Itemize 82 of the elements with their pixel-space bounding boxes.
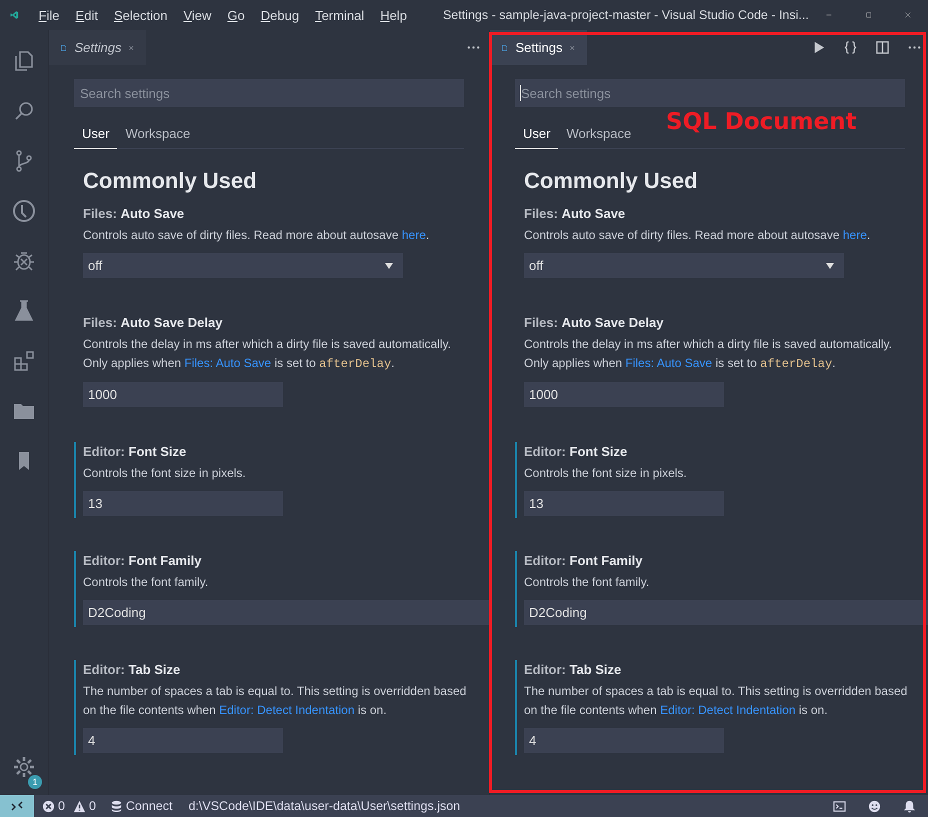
extensions-icon[interactable] — [12, 349, 36, 373]
setting-title: Files: Auto Save — [524, 206, 626, 221]
input-field[interactable]: D2Coding — [83, 600, 489, 625]
tab-label: Settings — [74, 40, 122, 55]
search-field[interactable]: Search settings — [515, 79, 905, 107]
scope-tab[interactable]: User — [515, 122, 558, 149]
search-field[interactable]: Search settings — [74, 79, 464, 107]
scope-tab[interactable]: Workspace — [117, 122, 198, 149]
setting-link[interactable]: Files: Auto Save — [625, 356, 712, 370]
flask-icon[interactable] — [12, 299, 36, 323]
setting-title: Editor: Tab Size — [524, 662, 622, 677]
setting-description: The number of spaces a tab is equal to. This setting is overridden based on the file contents when Editor: Detect Indentation is on. — [83, 683, 468, 719]
braces-icon[interactable] — [843, 40, 858, 55]
input-field[interactable]: 4 — [83, 728, 283, 753]
setting-title: Editor: Font Family — [83, 553, 202, 568]
code-value: afterDelay — [760, 357, 832, 371]
split-editor-icon[interactable] — [875, 40, 890, 55]
section-heading: Commonly Used — [83, 168, 258, 194]
setting-title: Files: Auto Save — [83, 206, 186, 221]
setting-description: Controls the font family. — [524, 574, 650, 591]
editor-tab[interactable]: Settings — [49, 30, 146, 65]
smiley-icon[interactable] — [868, 800, 881, 812]
menu-item[interactable]: File — [30, 8, 68, 22]
menu-item[interactable]: Help — [372, 8, 415, 22]
setting-description: Controls the font size in pixels. — [83, 465, 247, 482]
input-field[interactable]: 13 — [524, 491, 724, 516]
annotation-label: SQL Document — [666, 109, 857, 135]
setting-title: Editor: Font Family — [524, 553, 644, 568]
settings-icon[interactable] — [12, 755, 36, 779]
file-path[interactable]: d:\VSCode\IDE\data\user-data\User\settings.json — [188, 799, 460, 813]
error-count[interactable]: 0 — [58, 799, 65, 813]
warning-count[interactable]: 0 — [88, 799, 96, 813]
database-icon[interactable] — [110, 800, 123, 812]
setting-description: Controls the delay in ms after which a dirty file is saved automatically. Only applies when Files: Auto Save is set to afterDelay. — [83, 336, 452, 373]
setting-description: Controls auto save of dirty files. Read more about autosave here. — [83, 227, 430, 244]
setting-description: Controls the delay in ms after which a dirty file is saved automatically. Only applies when Files: Auto Save is set to afterDelay. — [524, 336, 893, 373]
setting-link[interactable]: Editor: Detect Indentation — [219, 703, 355, 717]
dropdown[interactable]: off — [83, 253, 403, 278]
setting-link[interactable]: here — [402, 228, 426, 242]
scope-tab[interactable]: Workspace — [558, 122, 640, 149]
clock-icon[interactable] — [12, 199, 36, 223]
caret-icon — [385, 262, 393, 268]
setting-link[interactable]: Files: Auto Save — [184, 356, 272, 370]
tab-label: Settings — [515, 40, 562, 55]
editor-tab[interactable]: Settings — [490, 30, 587, 65]
setting-link[interactable]: here — [842, 228, 867, 242]
setting-description: Controls auto save of dirty files. Read more about autosave here. — [524, 227, 872, 244]
input-field[interactable]: 4 — [524, 728, 724, 753]
code-value: afterDelay — [319, 357, 392, 371]
setting-title: Editor: Tab Size — [83, 662, 182, 677]
files-icon[interactable] — [12, 49, 36, 73]
input-field[interactable]: 13 — [83, 491, 283, 516]
setting-title: Files: Auto Save Delay — [83, 315, 224, 330]
menu-item[interactable]: Terminal — [307, 8, 372, 22]
terminal-icon[interactable] — [833, 800, 846, 812]
notification-badge: 1 — [28, 775, 42, 789]
dropdown[interactable]: off — [524, 253, 844, 278]
input-field[interactable]: 1000 — [524, 382, 724, 407]
bell-icon[interactable] — [903, 800, 916, 812]
menu-item[interactable]: Debug — [252, 8, 308, 22]
scope-tab[interactable]: User — [74, 122, 118, 149]
connect-button[interactable]: Connect — [126, 799, 172, 813]
setting-title: Editor: Font Size — [83, 444, 188, 459]
menu-item[interactable]: Edit — [68, 8, 106, 22]
setting-title: Editor: Font Size — [524, 444, 628, 459]
menu-item[interactable]: Selection — [106, 8, 176, 22]
setting-title: Files: Auto Save Delay — [524, 315, 664, 330]
error-icon[interactable] — [42, 800, 55, 812]
window-title: Settings - sample-java-project-master - Visual Studio Code - Insi... — [442, 8, 809, 22]
remote-button[interactable] — [0, 795, 34, 817]
setting-description: Controls the font size in pixels. — [524, 465, 688, 482]
input-field[interactable]: D2Coding — [524, 600, 928, 625]
setting-description: The number of spaces a tab is equal to. This setting is overridden based on the file contents when Editor: Detect Indentation is on. — [524, 683, 908, 719]
remote-icon — [11, 801, 23, 811]
setting-link[interactable]: Editor: Detect Indentation — [660, 703, 796, 717]
setting-description: Controls the font family. — [83, 574, 210, 591]
warning-icon[interactable] — [72, 800, 86, 812]
section-heading: Commonly Used — [524, 168, 699, 194]
input-field[interactable]: 1000 — [83, 382, 283, 407]
menu-item[interactable]: View — [175, 8, 220, 22]
menu-item[interactable]: Go — [219, 8, 253, 22]
caret-icon — [826, 262, 834, 268]
